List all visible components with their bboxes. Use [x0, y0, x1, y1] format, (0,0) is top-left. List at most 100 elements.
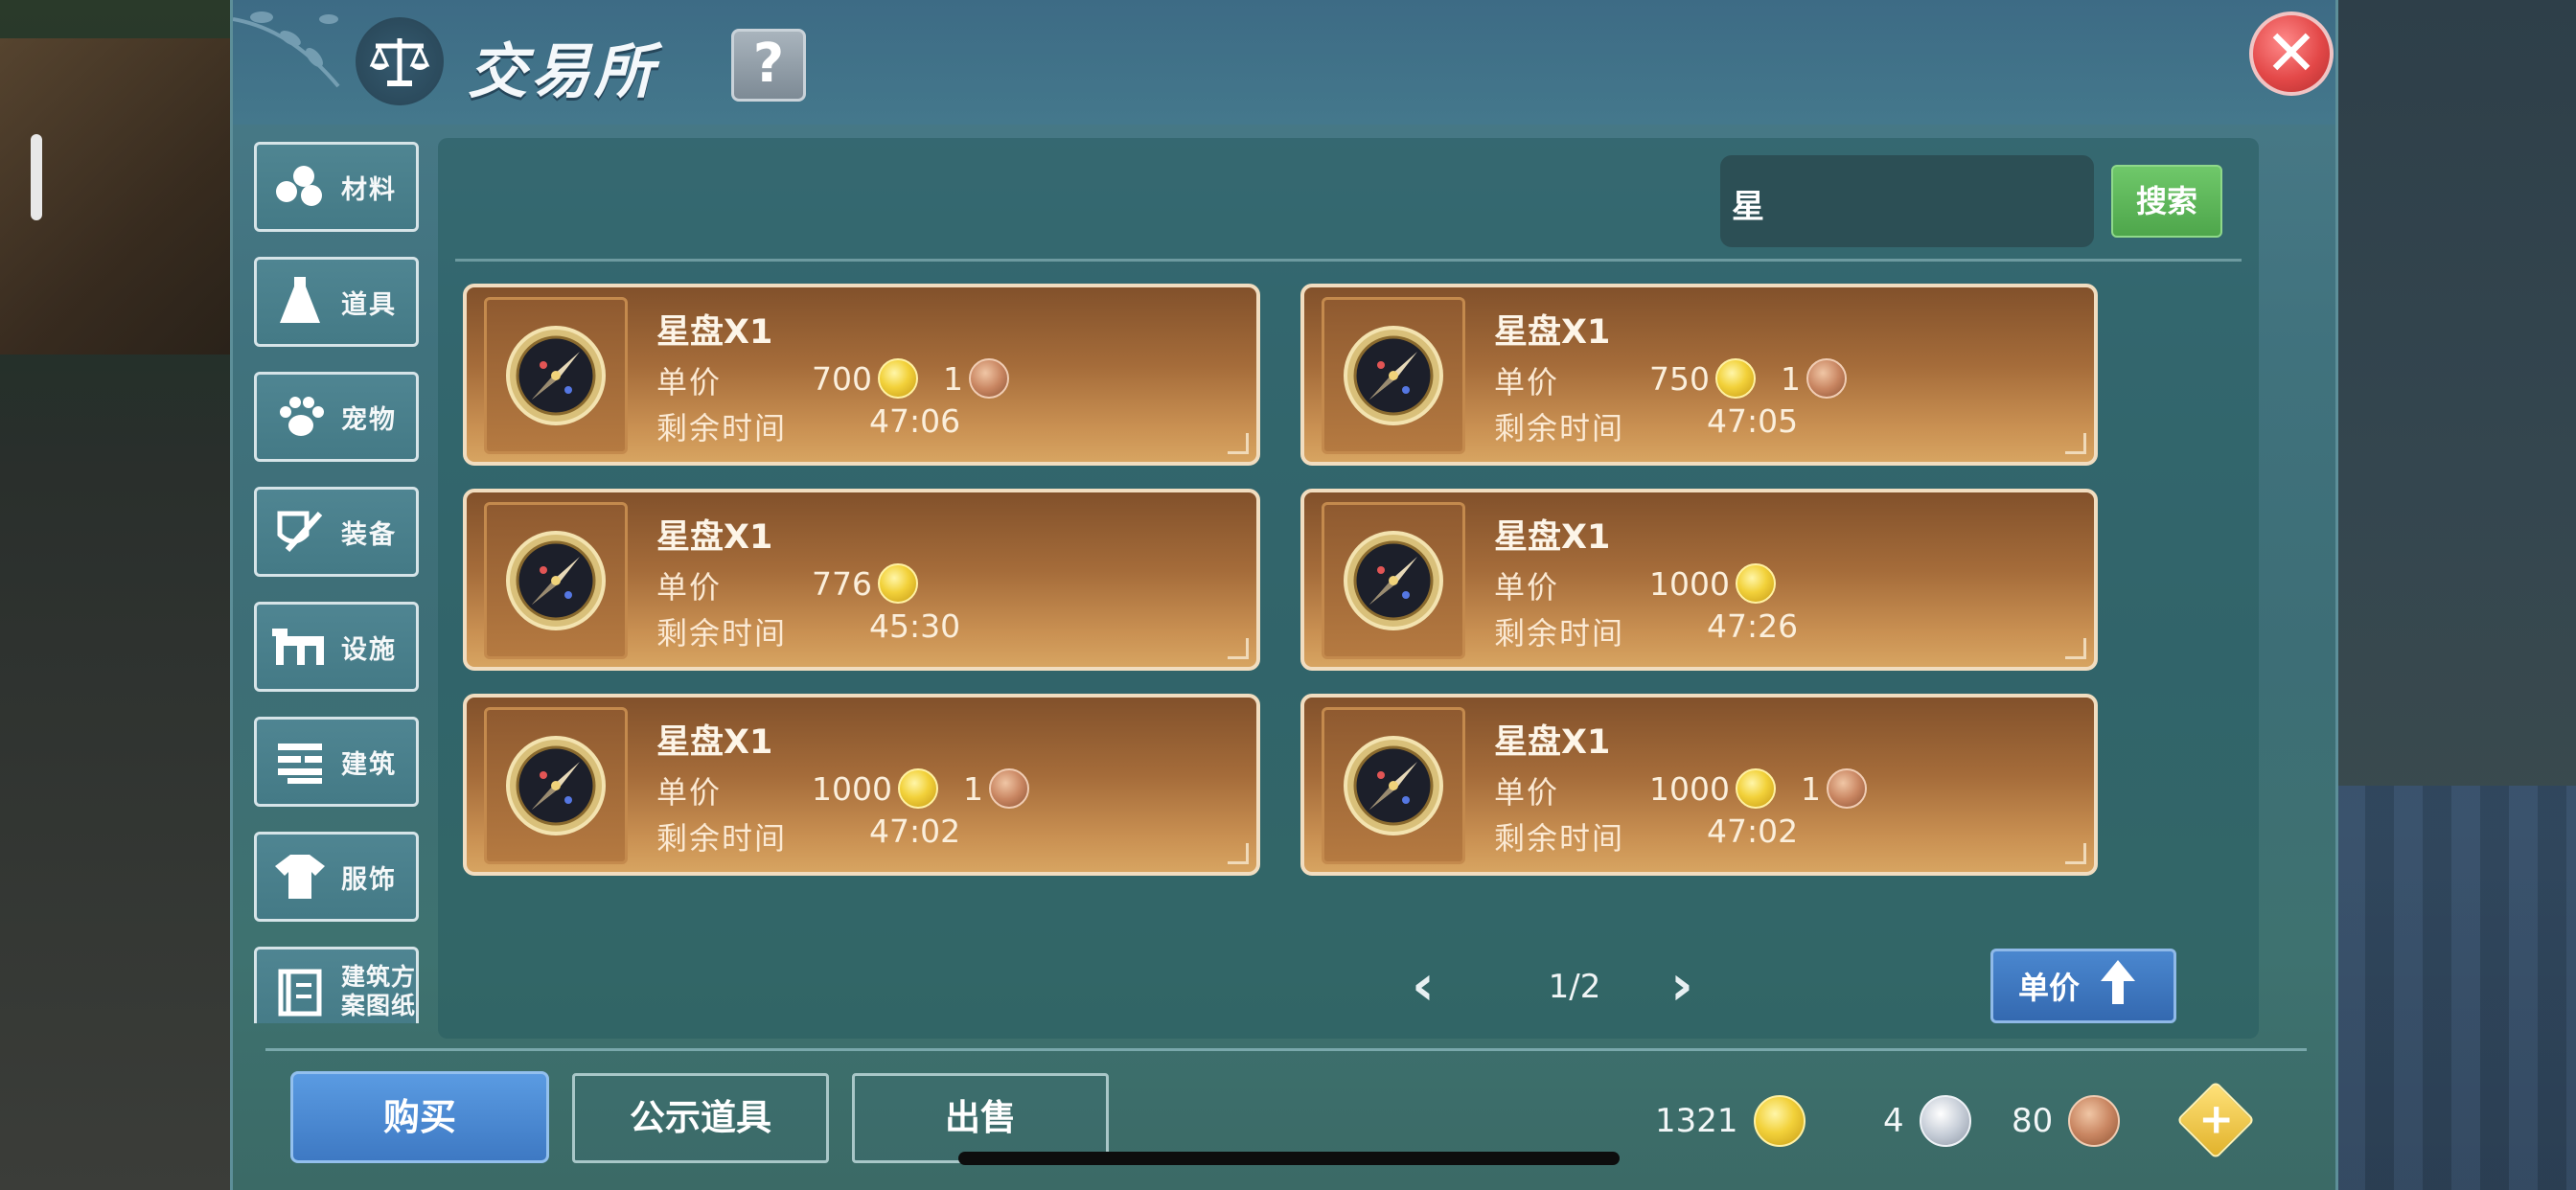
listing-card[interactable]: 星盘X1 单价 750 1 剩余时间 47:05 [1300, 284, 2098, 466]
category-material[interactable]: 材料 [254, 142, 419, 232]
category-facility[interactable]: 设施 [254, 602, 419, 692]
tab-notice-items[interactable]: 公示道具 [572, 1073, 829, 1163]
close-button[interactable]: ✕ [2249, 11, 2334, 96]
star-disc-icon [1322, 707, 1465, 864]
time-label: 剩余时间 [656, 615, 788, 652]
search-button[interactable]: 搜索 [2111, 165, 2222, 238]
wallet-gold: 1321 [1655, 1092, 1806, 1150]
listing-area: 星 搜索 星盘X1 单价 700 1 剩余时间 47:06 星盘X1 单价 750 1 剩余时间 47… [438, 138, 2259, 1039]
scene-light [31, 134, 42, 220]
bronze-price: 1 [1800, 769, 1821, 808]
category-equipment[interactable]: 装备 [254, 487, 419, 577]
divider [455, 259, 2242, 262]
scene-wall [2336, 786, 2576, 1190]
game-scene-left [0, 0, 240, 1190]
price-label: 单价 [1494, 364, 1560, 400]
category-clothing[interactable]: 服饰 [254, 832, 419, 922]
corner-mark-icon [2065, 433, 2086, 454]
category-building[interactable]: 建筑 [254, 717, 419, 807]
sort-label: 单价 [2018, 970, 2081, 1006]
time-remaining: 47:05 [1707, 402, 1799, 440]
listing-card[interactable]: 星盘X1 单价 1000 1 剩余时间 47:02 [463, 694, 1260, 876]
listing-card[interactable]: 星盘X1 单价 776 剩余时间 45:30 [463, 489, 1260, 671]
corner-mark-icon [2065, 638, 2086, 659]
gold-price: 776 [812, 564, 872, 603]
price-value: 1000 1 [1649, 765, 1867, 812]
help-button[interactable]: ? [731, 29, 806, 102]
listing-card[interactable]: 星盘X1 单价 700 1 剩余时间 47:06 [463, 284, 1260, 466]
item-name: 星盘X1 [656, 313, 773, 352]
corner-mark-icon [1228, 638, 1249, 659]
gold-price: 1000 [812, 769, 892, 808]
bottom-divider [265, 1048, 2307, 1051]
category-pet[interactable]: 宠物 [254, 372, 419, 462]
time-label: 剩余时间 [1494, 615, 1625, 652]
gold-amount: 1321 [1655, 1102, 1738, 1140]
price-value: 776 [812, 560, 918, 607]
time-label: 剩余时间 [656, 410, 788, 446]
price-value: 1000 [1649, 560, 1776, 607]
star-disc-icon [1322, 297, 1465, 454]
item-name: 星盘X1 [1494, 313, 1611, 352]
item-name: 星盘X1 [1494, 518, 1611, 557]
bronze-price: 1 [943, 359, 963, 398]
price-label: 单价 [656, 774, 723, 811]
gold-coin-icon [1735, 563, 1776, 604]
close-icon: ✕ [2265, 16, 2318, 90]
bronze-coin-icon [1826, 768, 1867, 809]
gold-coin-icon [1735, 768, 1776, 809]
corner-mark-icon [2065, 843, 2086, 864]
page-title: 交易所 [468, 36, 658, 106]
star-disc-icon [1322, 502, 1465, 659]
silver-amount: 4 [1883, 1102, 1904, 1140]
gold-price: 1000 [1649, 564, 1730, 603]
category-item[interactable]: 道具 [254, 257, 419, 347]
equipment-icon [266, 498, 334, 565]
game-scene-right [2336, 0, 2576, 1190]
listing-card[interactable]: 星盘X1 单价 1000 剩余时间 47:26 [1300, 489, 2098, 671]
gold-coin-icon [878, 358, 918, 399]
sort-arrow-icon [2099, 958, 2137, 1014]
time-label: 剩余时间 [1494, 820, 1625, 857]
time-label: 剩余时间 [1494, 410, 1625, 446]
clothing-icon [266, 843, 334, 910]
sort-by-price-button[interactable]: 单价 [1990, 949, 2176, 1023]
time-remaining: 47:02 [1707, 812, 1799, 850]
title-bar: 交易所 ? ✕ [233, 0, 2335, 125]
price-value: 1000 1 [812, 765, 1029, 812]
search-input[interactable]: 星 [1720, 155, 2094, 247]
corner-mark-icon [1228, 843, 1249, 864]
listing-card[interactable]: 星盘X1 单价 1000 1 剩余时间 47:02 [1300, 694, 2098, 876]
gold-coin-icon [897, 768, 938, 809]
bronze-coin-icon [988, 768, 1029, 809]
gold-price: 750 [1649, 359, 1710, 398]
exchange-panel: 交易所 ? ✕ 材料 道具 宠物 装备 设施 建筑 服饰 建筑方 案图纸 星 搜… [230, 0, 2338, 1190]
material-icon [266, 153, 334, 220]
tab-buy[interactable]: 购买 [290, 1071, 549, 1163]
bronze-coin-icon [2068, 1095, 2121, 1147]
item-name: 星盘X1 [656, 518, 773, 557]
price-label: 单价 [1494, 569, 1560, 606]
bronze-price: 1 [962, 769, 983, 808]
time-remaining: 47:06 [869, 402, 961, 440]
category-blueprint[interactable]: 建筑方 案图纸 [254, 947, 419, 1023]
bronze-price: 1 [1781, 359, 1801, 398]
tab-sell[interactable]: 出售 [852, 1073, 1109, 1163]
gold-coin-icon [1753, 1095, 1806, 1147]
gold-coin-icon [878, 563, 918, 604]
home-indicator[interactable] [958, 1152, 1620, 1165]
prev-page-button[interactable]: ‹ [1412, 957, 1435, 1013]
add-currency-button[interactable]: + [2175, 1080, 2256, 1160]
facility-icon [266, 613, 334, 680]
price-value: 750 1 [1649, 355, 1847, 402]
potion-icon [266, 268, 334, 335]
page-indicator: 1/2 [1548, 968, 1601, 1006]
bronze-amount: 80 [2012, 1102, 2054, 1140]
time-remaining: 45:30 [869, 607, 961, 645]
category-sidebar: 材料 道具 宠物 装备 设施 建筑 服饰 建筑方 案图纸 [254, 142, 421, 1023]
gold-coin-icon [1715, 358, 1756, 399]
pagination: ‹ 1/2 › [1412, 957, 1737, 1013]
scale-icon [356, 17, 444, 105]
next-page-button[interactable]: › [1670, 957, 1693, 1013]
building-icon [266, 728, 334, 795]
